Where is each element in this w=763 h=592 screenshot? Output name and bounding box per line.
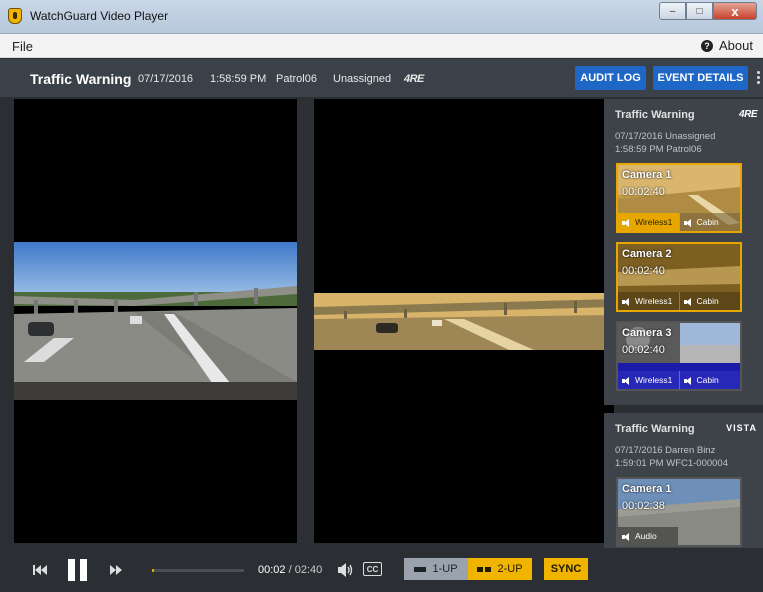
layout-2up-label: 2-UP <box>497 563 523 575</box>
camera-time: 00:02:40 <box>622 265 665 277</box>
brand-logo: 4RE <box>739 109 757 120</box>
camera-2-video-frame <box>314 293 614 350</box>
event-panel-title: Traffic Warning <box>615 109 695 121</box>
event-panel-line-1: 07/17/2016 Darren Binz <box>615 445 716 456</box>
speaker-icon <box>683 218 693 227</box>
speaker-icon <box>622 376 631 385</box>
speaker-icon <box>683 297 693 306</box>
audio-track-label: Cabin <box>696 296 719 306</box>
seek-bar-progress <box>152 569 154 572</box>
event-title: Traffic Warning <box>30 71 132 87</box>
speaker-icon <box>622 297 631 306</box>
brand-logo: VISTA <box>726 423 757 433</box>
volume-icon[interactable] <box>338 563 354 577</box>
app-shield-icon <box>8 8 22 24</box>
window-title: WatchGuard Video Player <box>30 9 169 23</box>
audio-track-cabin[interactable]: Cabin <box>678 213 740 231</box>
playback-controls: 00:02 / 02:40 CC 1-UP 2-UP SYNC <box>0 548 763 592</box>
event-officer: Patrol06 <box>276 73 317 85</box>
video-viewer <box>14 99 614 543</box>
speaker-on-icon <box>622 218 631 227</box>
speaker-icon <box>683 376 693 385</box>
audio-track-audio[interactable]: Audio <box>618 527 678 545</box>
event-panel-line-1: 07/17/2016 Unassigned <box>615 131 716 142</box>
layout-1up-label: 1-UP <box>432 563 458 575</box>
event-panel-2[interactable]: Traffic Warning VISTA 07/17/2016 Darren … <box>604 413 763 561</box>
single-view-icon <box>414 566 427 572</box>
menu-about-label: About <box>719 38 753 53</box>
skip-back-icon[interactable] <box>33 565 47 575</box>
layout-2up-button[interactable]: 2-UP <box>468 558 532 580</box>
camera-1-thumbnail[interactable]: Camera 1 00:02:40 Wireless1 Cabin <box>616 163 742 233</box>
audio-track-label: Audio <box>635 531 657 541</box>
minimize-button[interactable]: – <box>659 2 686 20</box>
speaker-icon <box>622 532 631 541</box>
camera-1-video-frame <box>14 242 297 400</box>
event-panel-title: Traffic Warning <box>615 423 695 435</box>
audio-track-wireless1[interactable]: Wireless1 <box>618 292 679 310</box>
dual-view-icon <box>477 566 492 572</box>
menu-about[interactable]: ? About <box>701 38 753 53</box>
camera-label: Camera 3 <box>622 327 672 339</box>
help-icon: ? <box>701 39 714 52</box>
pause-icon[interactable] <box>68 559 88 581</box>
window-titlebar: WatchGuard Video Player – □ x <box>0 0 763 34</box>
event-header: Traffic Warning 07/17/2016 1:58:59 PM Pa… <box>0 59 763 97</box>
audio-track-wireless1[interactable]: Wireless1 <box>618 371 679 389</box>
camera-time: 00:02:38 <box>622 500 665 512</box>
event-status: Unassigned <box>333 73 392 85</box>
camera-time: 00:02:40 <box>622 186 665 198</box>
event-details-button[interactable]: EVENT DETAILS <box>653 66 748 90</box>
close-button[interactable]: x <box>713 2 757 20</box>
brand-logo: 4RE <box>404 73 424 85</box>
menu-file[interactable]: File <box>12 39 33 54</box>
event-panel-line-2: 1:58:59 PM Patrol06 <box>615 144 702 155</box>
fast-forward-icon[interactable] <box>110 565 122 575</box>
audio-track-label: Wireless1 <box>635 296 673 306</box>
layout-1up-button[interactable]: 1-UP <box>404 558 468 580</box>
maximize-button[interactable]: □ <box>686 2 713 20</box>
audio-track-label: Cabin <box>696 375 719 385</box>
audio-track-cabin[interactable]: Cabin <box>678 371 740 389</box>
event-panel-line-2: 1:59:01 PM WFC1-000004 <box>615 458 729 469</box>
event-panel-1[interactable]: Traffic Warning 4RE 07/17/2016 Unassigne… <box>604 99 763 405</box>
camera-label: Camera 1 <box>622 483 672 495</box>
audio-track-label: Cabin <box>696 217 719 227</box>
audio-track-label: Wireless1 <box>635 375 673 385</box>
menu-bar: File ? About <box>0 34 763 58</box>
camera-label: Camera 1 <box>622 169 672 181</box>
vista-camera-1-thumbnail[interactable]: Camera 1 00:02:38 Audio <box>616 477 742 547</box>
camera-label: Camera 2 <box>622 248 672 260</box>
sync-button[interactable]: SYNC <box>544 558 588 580</box>
audio-track-wireless1[interactable]: Wireless1 <box>618 213 679 231</box>
camera-3-thumbnail[interactable]: Camera 3 00:02:40 Wireless1 Cabin <box>616 321 742 391</box>
duration: 02:40 <box>294 564 323 576</box>
current-time: 00:02 <box>258 564 286 576</box>
video-pane-camera-1[interactable] <box>14 99 297 543</box>
audio-track-cabin[interactable]: Cabin <box>678 292 740 310</box>
closed-captions-button[interactable]: CC <box>363 562 382 576</box>
event-time: 1:58:59 PM <box>210 73 267 85</box>
video-pane-camera-2[interactable] <box>314 99 614 543</box>
time-display: 00:02 / 02:40 <box>258 564 323 576</box>
audio-track-label: Wireless1 <box>635 217 673 227</box>
camera-time: 00:02:40 <box>622 344 665 356</box>
more-options-icon[interactable] <box>757 71 761 84</box>
seek-bar[interactable] <box>152 569 244 572</box>
camera-2-thumbnail[interactable]: Camera 2 00:02:40 Wireless1 Cabin <box>616 242 742 312</box>
event-date: 07/17/2016 <box>138 73 194 85</box>
audit-log-button[interactable]: AUDIT LOG <box>575 66 646 90</box>
